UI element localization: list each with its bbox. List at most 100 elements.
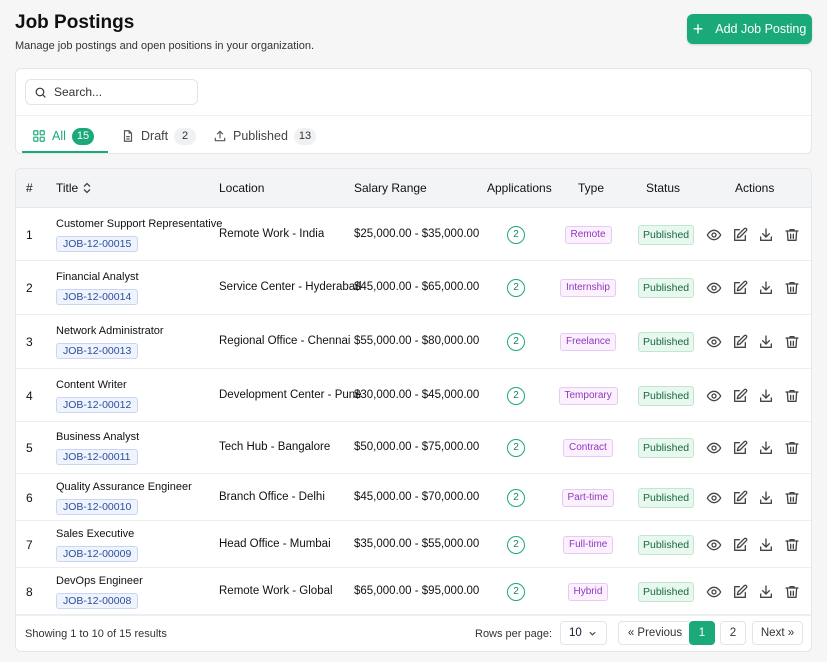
col-title[interactable]: Title: [56, 181, 92, 195]
rows-per-page-select[interactable]: 10: [560, 621, 607, 645]
edit-icon[interactable]: [732, 280, 748, 296]
add-job-posting-label: Add Job Posting: [715, 22, 807, 36]
salary-range: $25,000.00 - $35,000.00: [354, 227, 480, 240]
eye-icon[interactable]: [706, 334, 722, 350]
download-icon[interactable]: [758, 280, 774, 296]
job-table: # Title Location Salary Range Applicatio…: [15, 168, 812, 652]
table-row: 4 Content Writer JOB-12-00012 Development C…: [16, 369, 811, 422]
status-badge: Published: [638, 438, 695, 458]
eye-icon[interactable]: [706, 490, 722, 506]
trash-icon[interactable]: [784, 388, 800, 404]
table-row: 3 Network Administrator JOB-12-00013 Region…: [16, 315, 811, 369]
download-icon[interactable]: [758, 334, 774, 350]
salary-range: $30,000.00 - $45,000.00: [354, 388, 480, 401]
edit-icon[interactable]: [732, 227, 748, 243]
tab-published[interactable]: Published 13: [213, 124, 317, 148]
results-summary: Showing 1 to 10 of 15 results: [25, 628, 167, 640]
table-row: 5 Business Analyst JOB-12-00011 Tech Hub - …: [16, 422, 811, 474]
trash-icon[interactable]: [784, 334, 800, 350]
edit-icon[interactable]: [732, 584, 748, 600]
next-page-button[interactable]: Next »: [752, 621, 803, 645]
eye-icon[interactable]: [706, 280, 722, 296]
download-icon[interactable]: [758, 388, 774, 404]
search-icon: [35, 87, 46, 98]
job-location: Development Center - Pune: [219, 388, 362, 401]
applications-count[interactable]: 2: [507, 582, 525, 601]
row-index: 4: [26, 388, 33, 403]
job-title[interactable]: Quality Assurance Engineer: [56, 481, 192, 493]
row-index: 5: [26, 441, 33, 455]
page-title: Job Postings: [15, 12, 135, 33]
applications-count[interactable]: 2: [507, 488, 525, 507]
rows-per-page-value: 10: [569, 627, 582, 639]
download-icon[interactable]: [758, 440, 774, 456]
edit-icon[interactable]: [732, 388, 748, 404]
type-badge: Temporary: [558, 386, 618, 405]
tab-published-label: Published: [233, 129, 288, 143]
previous-page-button[interactable]: « Previous: [618, 621, 692, 645]
trash-icon[interactable]: [784, 280, 800, 296]
filter-card: All 15 Draft 2 Published 13: [15, 68, 812, 154]
tab-all-label: All: [52, 129, 66, 143]
download-icon[interactable]: [758, 584, 774, 600]
table-footer: Showing 1 to 10 of 15 results Rows per p…: [16, 615, 811, 651]
salary-range: $65,000.00 - $95,000.00: [354, 584, 480, 597]
page-1-button[interactable]: 1: [689, 621, 715, 645]
row-index: 6: [26, 490, 33, 505]
trash-icon[interactable]: [784, 227, 800, 243]
search-input[interactable]: [54, 85, 184, 99]
job-location: Remote Work - Global: [219, 584, 333, 597]
status-badge: Published: [638, 385, 695, 406]
eye-icon[interactable]: [706, 227, 722, 243]
col-applications: Applications: [487, 181, 552, 195]
edit-icon[interactable]: [732, 537, 748, 553]
job-title[interactable]: Financial Analyst: [56, 271, 139, 283]
trash-icon[interactable]: [784, 490, 800, 506]
download-icon[interactable]: [758, 490, 774, 506]
job-title[interactable]: Customer Support Representative: [56, 218, 222, 230]
applications-count[interactable]: 2: [507, 439, 525, 457]
job-title[interactable]: Business Analyst: [56, 431, 139, 443]
job-title[interactable]: DevOps Engineer: [56, 575, 143, 587]
applications-count[interactable]: 2: [507, 386, 525, 405]
trash-icon[interactable]: [784, 440, 800, 456]
job-title[interactable]: Sales Executive: [56, 528, 134, 540]
applications-count[interactable]: 2: [507, 225, 525, 244]
add-job-posting-button[interactable]: + Add Job Posting: [687, 14, 812, 44]
trash-icon[interactable]: [784, 584, 800, 600]
edit-icon[interactable]: [732, 490, 748, 506]
job-location: Branch Office - Delhi: [219, 490, 325, 503]
eye-icon[interactable]: [706, 440, 722, 456]
job-title[interactable]: Network Administrator: [56, 325, 164, 337]
applications-count[interactable]: 2: [507, 333, 525, 351]
applications-count[interactable]: 2: [507, 279, 525, 297]
edit-icon[interactable]: [732, 334, 748, 350]
job-location: Service Center - Hyderabad: [219, 281, 362, 293]
col-actions: Actions: [735, 181, 775, 195]
tab-all[interactable]: All 15: [32, 124, 95, 148]
row-index: 1: [26, 227, 33, 242]
tab-draft[interactable]: Draft 2: [121, 124, 197, 148]
applications-count[interactable]: 2: [507, 535, 525, 554]
type-badge: Remote: [564, 225, 612, 244]
page-2-button[interactable]: 2: [720, 621, 746, 645]
salary-range: $55,000.00 - $80,000.00: [354, 335, 480, 347]
table-row: 8 DevOps Engineer JOB-12-00008 Remote Work …: [16, 568, 811, 615]
status-badge: Published: [638, 332, 695, 352]
eye-icon[interactable]: [706, 388, 722, 404]
edit-icon[interactable]: [732, 440, 748, 456]
upload-icon: [214, 130, 226, 142]
eye-icon[interactable]: [706, 537, 722, 553]
job-id-badge: JOB-12-00009: [56, 545, 139, 562]
eye-icon[interactable]: [706, 584, 722, 600]
salary-range: $45,000.00 - $65,000.00: [354, 281, 480, 293]
download-icon[interactable]: [758, 537, 774, 553]
type-badge: Full-time: [563, 535, 614, 554]
job-id-badge: JOB-12-00015: [56, 235, 139, 252]
grid-icon: [33, 130, 45, 142]
job-id-badge: JOB-12-00011: [56, 449, 138, 465]
job-title[interactable]: Content Writer: [56, 379, 127, 391]
download-icon[interactable]: [758, 227, 774, 243]
page-subtitle: Manage job postings and open positions i…: [15, 40, 315, 52]
trash-icon[interactable]: [784, 537, 800, 553]
